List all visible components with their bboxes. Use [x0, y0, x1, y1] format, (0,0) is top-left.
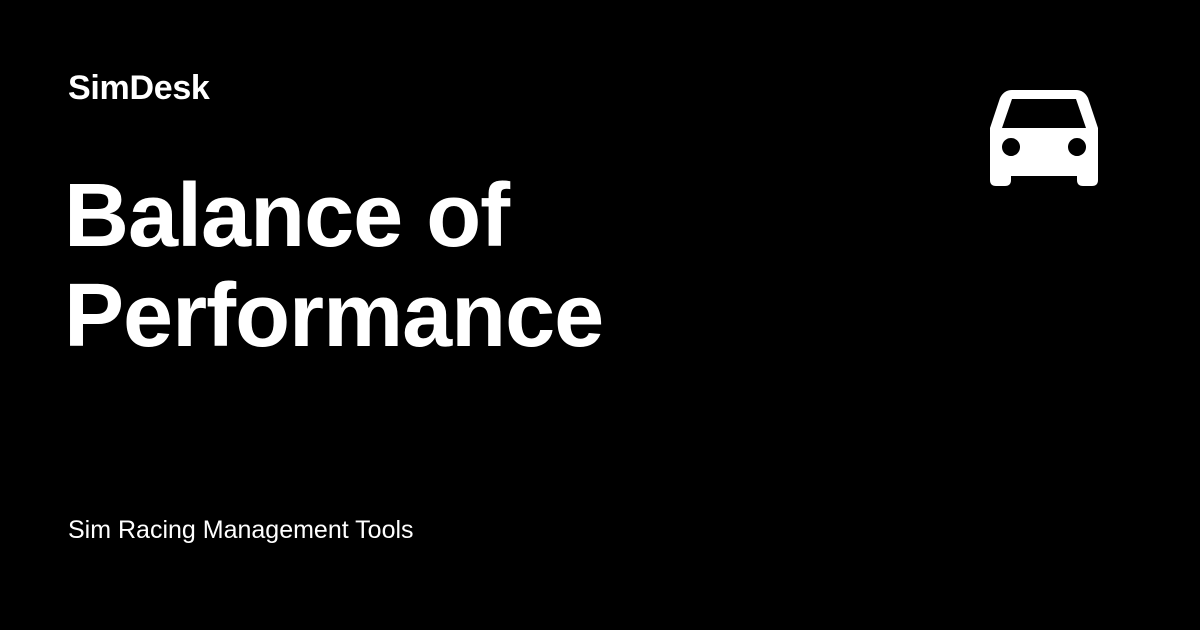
tagline: Sim Racing Management Tools	[68, 516, 414, 544]
brand-name: SimDesk	[68, 69, 210, 107]
car-icon	[988, 88, 1100, 188]
og-card: SimDesk Balance of Performance Sim Racin…	[0, 0, 1200, 630]
page-title: Balance of Performance	[64, 166, 604, 366]
